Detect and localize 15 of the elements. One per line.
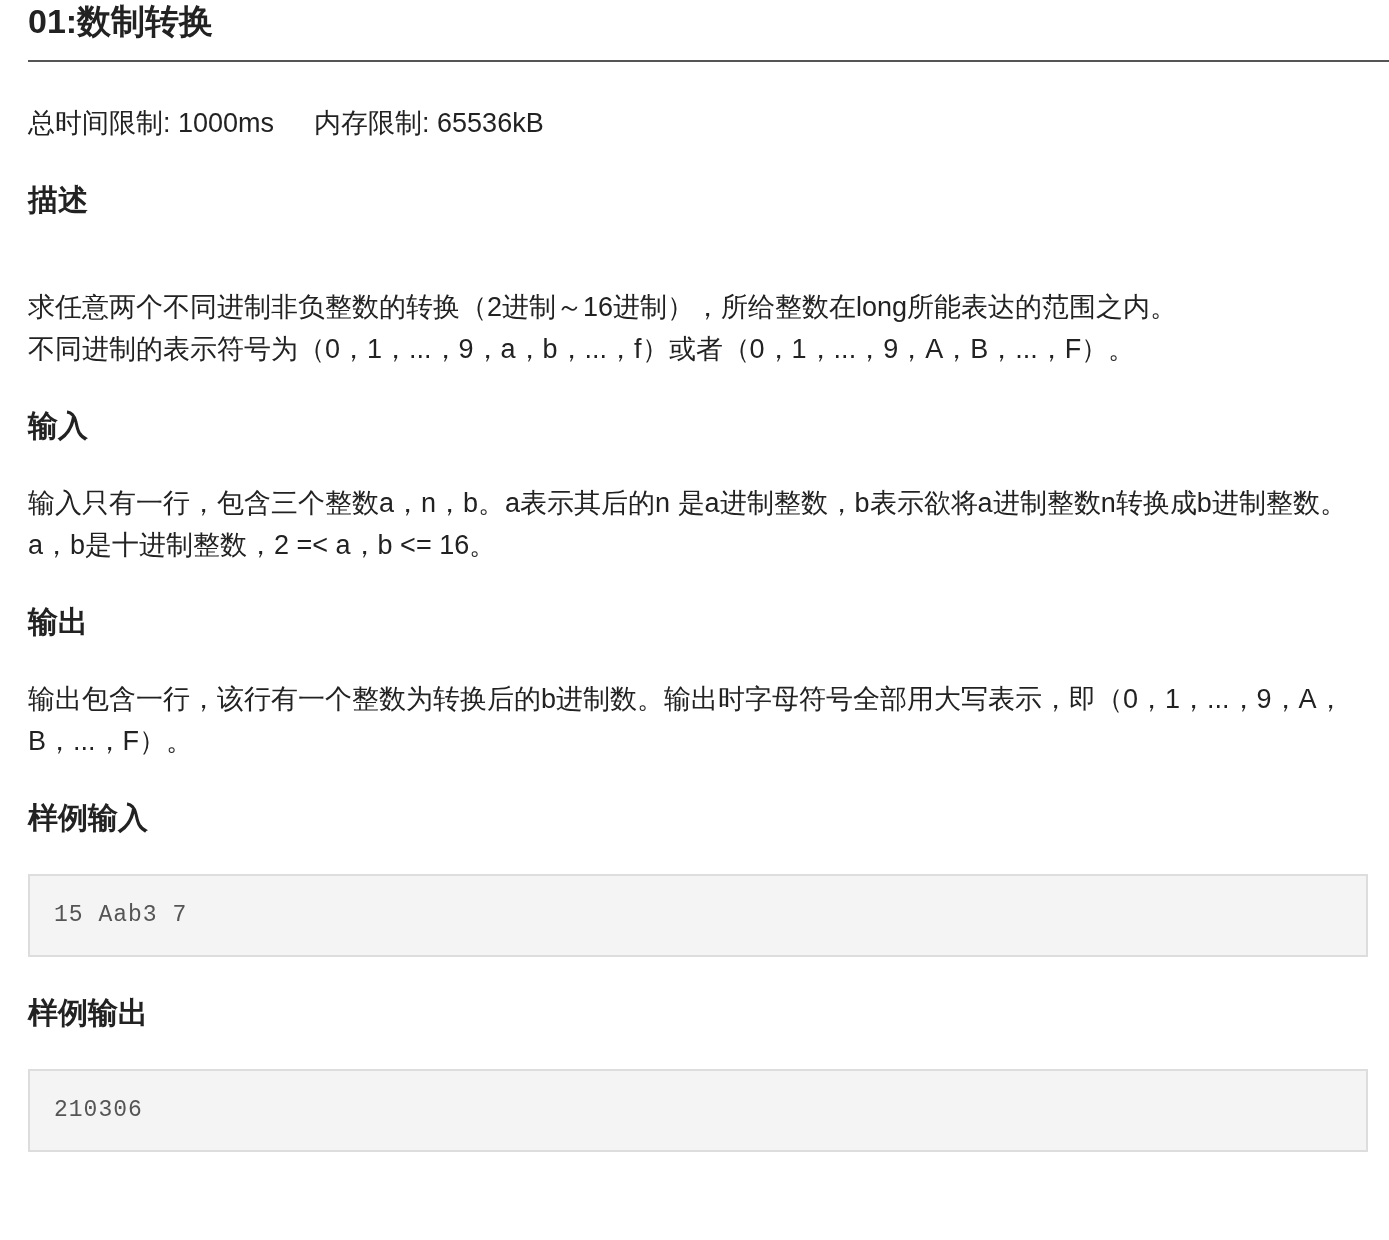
paragraph: 输入只有一行，包含三个整数a，n，b。a表示其后的n 是a进制整数，b表示欲将a进制整数n转换成b进制整数。	[28, 487, 1348, 520]
page-title: 01:数制转换	[28, 1, 214, 42]
paragraph: 求任意两个不同进制非负整数的转换（2进制～16进制），所给整数在long所能表达的范围之内。	[28, 291, 1179, 324]
limit-text: 内存限制: 65536kB	[314, 107, 544, 140]
section-heading: 样例输入	[28, 800, 149, 836]
limit-text: 总时间限制: 1000ms	[28, 107, 275, 140]
section-heading: 输出	[28, 604, 89, 640]
paragraph: 输出包含一行，该行有一个整数为转换后的b进制数。输出时字母符号全部用大写表示，即（0，1，...，9，A，B，...，F）。	[28, 683, 1345, 758]
section-heading: 描述	[28, 182, 89, 218]
code-block: 210306	[28, 1069, 1368, 1152]
paragraph: a，b是十进制整数，2 =< a，b <= 16。	[28, 529, 498, 562]
code-block: 15 Aab3 7	[28, 874, 1368, 957]
paragraph: 不同进制的表示符号为（0，1，...，9，a，b，...，f）或者（0，1，...，9，A，B，...，F）。	[28, 333, 1137, 366]
section-heading: 样例输出	[28, 995, 149, 1031]
section-heading: 输入	[28, 408, 89, 444]
